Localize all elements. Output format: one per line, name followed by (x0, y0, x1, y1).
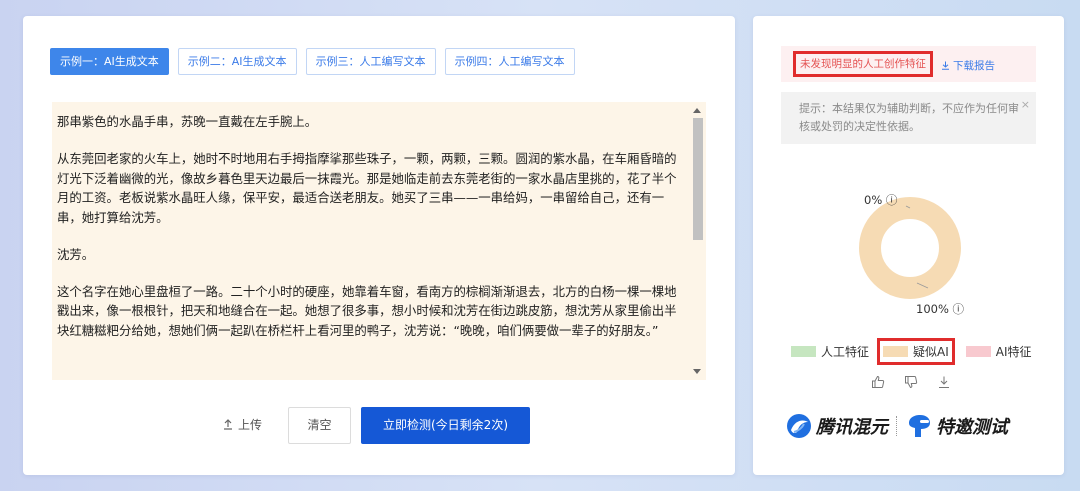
brand-name-hunyuan: 腾讯混元 (816, 417, 888, 438)
detect-button[interactable]: 立即检测(今日剩余2次) (361, 407, 530, 444)
brand-bar: 腾讯混元 特邀测试 (786, 413, 1008, 439)
chart-label-100pct: 100% ⓘ (916, 302, 965, 316)
text-input-area[interactable]: 那串紫色的水晶手串，苏晚一直戴在左手腕上。 从东莞回老家的火车上，她时不时地用右… (52, 102, 706, 380)
scroll-thumb[interactable] (693, 118, 703, 240)
legend-swatch (965, 346, 991, 357)
legend-label: 疑似AI (913, 345, 949, 359)
close-icon[interactable]: × (1021, 98, 1030, 111)
tab-example-4[interactable]: 示例四：人工编写文本 (444, 48, 575, 75)
donut-slice-ai (859, 197, 961, 299)
scroll-down-icon[interactable] (693, 369, 701, 374)
tab-example-2[interactable]: 示例二：AI生成文本 (177, 48, 297, 75)
upload-button[interactable]: 上传 (223, 416, 262, 433)
chart-legend: 人工特征 疑似AI AI特征 (791, 338, 1043, 365)
upload-label: 上传 (238, 418, 263, 432)
download-report-link[interactable]: 下载报告 (941, 58, 995, 73)
invite-logo-icon (909, 415, 930, 437)
hunyuan-logo-icon (787, 414, 811, 438)
legend-label: AI特征 (995, 345, 1032, 359)
tab-example-1[interactable]: 示例一：AI生成文本 (50, 48, 169, 75)
legend-swatch (883, 346, 909, 357)
legend-item-human: 人工特征 (791, 343, 869, 360)
scrollbar[interactable] (690, 102, 706, 380)
legend-item-ai: AI特征 (965, 343, 1032, 360)
paragraph: 沈芳。 (57, 246, 95, 262)
legend-item-suspected-ai: 疑似AI (877, 338, 955, 365)
example-tabs: 示例一：AI生成文本 示例二：AI生成文本 示例三：人工编写文本 示例四：人工编… (50, 48, 584, 75)
tab-example-3[interactable]: 示例三：人工编写文本 (305, 48, 436, 75)
hint-box: 提示：本结果仅为辅助判断，不应作为任何审核或处罚的决定性依据。 × (781, 92, 1036, 144)
paragraph: 这个名字在她心里盘桓了一路。二十个小时的硬座，她靠着车窗，看南方的棕榈渐渐退去，… (57, 283, 677, 338)
download-label: 下载报告 (953, 60, 995, 72)
brand-name-invite: 特邀测试 (936, 417, 1008, 438)
result-bar: 未发现明显的人工创作特征 下载报告 (781, 46, 1036, 82)
editor-panel: 示例一：AI生成文本 示例二：AI生成文本 示例三：人工编写文本 示例四：人工编… (23, 16, 735, 475)
legend-label: 人工特征 (821, 345, 870, 359)
paragraph: 那串紫色的水晶手串，苏晚一直戴在左手腕上。 (57, 114, 318, 129)
download-arrow-icon[interactable] (937, 374, 951, 388)
clear-button[interactable]: 清空 (288, 407, 351, 444)
thumbs-down-icon[interactable] (904, 374, 918, 389)
scroll-up-icon[interactable] (693, 108, 701, 113)
feedback-bar (871, 374, 970, 389)
brand-divider (896, 416, 897, 436)
legend-swatch (791, 346, 816, 357)
thumbs-up-icon[interactable] (871, 374, 885, 388)
text-content: 那串紫色的水晶手串，苏晚一直戴在左手腕上。 从东莞回老家的火车上，她时不时地用右… (57, 112, 683, 358)
paragraph: 从东莞回老家的火车上，她时不时地用右手拇指摩挲那些珠子，一颗，两颗，三颗。圆润的… (57, 151, 677, 225)
chart-label-0pct: 0% ⓘ (864, 193, 898, 207)
hint-text: 提示：本结果仅为辅助判断，不应作为任何审核或处罚的决定性依据。 (799, 102, 1019, 133)
result-label: 未发现明显的人工创作特征 (793, 51, 933, 77)
upload-icon (224, 419, 232, 430)
download-icon (942, 61, 949, 70)
result-panel: 未发现明显的人工创作特征 下载报告 提示：本结果仅为辅助判断，不应作为任何审核或… (753, 16, 1064, 475)
